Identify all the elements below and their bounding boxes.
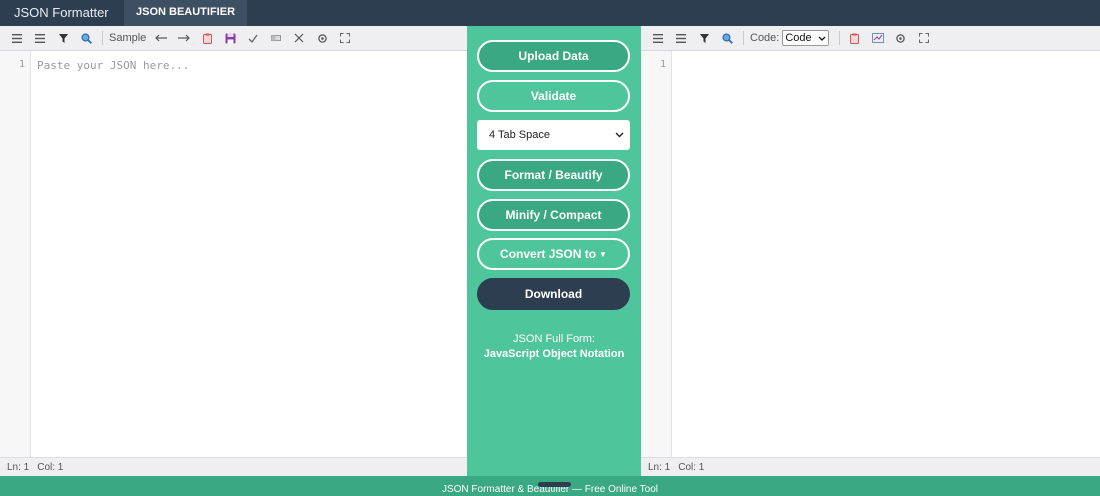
column-indicator: Col: 1 (37, 461, 64, 473)
toolbar-divider (743, 31, 744, 45)
view-mode-select[interactable]: Code (782, 30, 829, 46)
validate-check-icon[interactable] (244, 28, 262, 48)
validate-button[interactable]: Validate (477, 80, 630, 112)
top-nav: JSON Formatter JSON BEAUTIFIER (0, 0, 1100, 26)
input-editor[interactable]: 1 Paste your JSON here... (0, 51, 467, 457)
toolbar-divider (102, 31, 103, 45)
minify-compact-button[interactable]: Minify / Compact (477, 199, 630, 231)
output-toolbar: Code: Code (641, 26, 1100, 51)
fullscreen-icon[interactable] (915, 28, 933, 48)
brand-link[interactable]: JSON Formatter (0, 0, 124, 26)
toolbar-divider (838, 31, 840, 45)
settings-icon[interactable] (313, 28, 331, 48)
sample-button[interactable]: Sample (109, 32, 146, 44)
line-indicator: Ln: 1 (648, 461, 671, 473)
compact-icon[interactable] (672, 28, 690, 48)
undo-icon[interactable] (152, 28, 170, 48)
compact-icon[interactable] (31, 28, 49, 48)
filter-icon[interactable] (695, 28, 713, 48)
json-full-form: JSON Full Form: JavaScript Object Notati… (467, 332, 641, 362)
output-editor-panel: Code: Code 1 Ln: 1 Col: 1 (641, 26, 1100, 476)
json-output-area[interactable] (672, 51, 1100, 457)
input-status-bar: Ln: 1 Col: 1 (0, 457, 467, 476)
action-column: Upload Data Validate 4 Tab Space Format … (467, 26, 641, 476)
full-form-value: JavaScript Object Notation (483, 348, 625, 360)
clipboard-icon[interactable] (198, 28, 216, 48)
save-icon[interactable] (221, 28, 239, 48)
output-editor[interactable]: 1 (641, 51, 1100, 457)
convert-json-button[interactable]: Convert JSON to ▼ (477, 238, 630, 270)
chevron-down-icon (615, 129, 624, 141)
line-number: 1 (0, 51, 31, 457)
indent-select-value: 4 Tab Space (489, 129, 550, 141)
tab-json-beautifier[interactable]: JSON BEAUTIFIER (124, 0, 248, 26)
view-mode-value: Code (785, 32, 812, 44)
line-indicator: Ln: 1 (7, 461, 30, 473)
format-beautify-button[interactable]: Format / Beautify (477, 159, 630, 191)
clipboard-icon[interactable] (846, 28, 864, 48)
convert-json-label: Convert JSON to (500, 247, 597, 261)
chevron-down-icon (818, 33, 826, 43)
format-icon[interactable] (8, 28, 26, 48)
code-label: Code: (750, 32, 780, 44)
input-toolbar: Sample (0, 26, 467, 51)
column-indicator: Col: 1 (678, 461, 705, 473)
output-status-bar: Ln: 1 Col: 1 (641, 457, 1100, 476)
full-form-title: JSON Full Form: (513, 333, 595, 345)
clear-icon[interactable] (290, 28, 308, 48)
chart-icon[interactable] (869, 28, 887, 48)
fullscreen-icon[interactable] (336, 28, 354, 48)
caret-down-icon: ▼ (599, 249, 607, 259)
settings-icon[interactable] (892, 28, 910, 48)
input-editor-panel: Sample 1 Paste your JSON here... Ln: 1 C… (0, 26, 467, 476)
format-icon[interactable] (649, 28, 667, 48)
upload-data-button[interactable]: Upload Data (477, 40, 630, 72)
indent-select[interactable]: 4 Tab Space (477, 120, 630, 150)
resize-handle[interactable] (538, 482, 571, 487)
eraser-icon[interactable] (267, 28, 285, 48)
json-input-area[interactable]: Paste your JSON here... (31, 51, 467, 457)
filter-icon[interactable] (54, 28, 72, 48)
redo-icon[interactable] (175, 28, 193, 48)
search-icon[interactable] (77, 28, 95, 48)
download-button[interactable]: Download (477, 278, 630, 310)
search-icon[interactable] (718, 28, 736, 48)
line-number: 1 (641, 51, 672, 457)
